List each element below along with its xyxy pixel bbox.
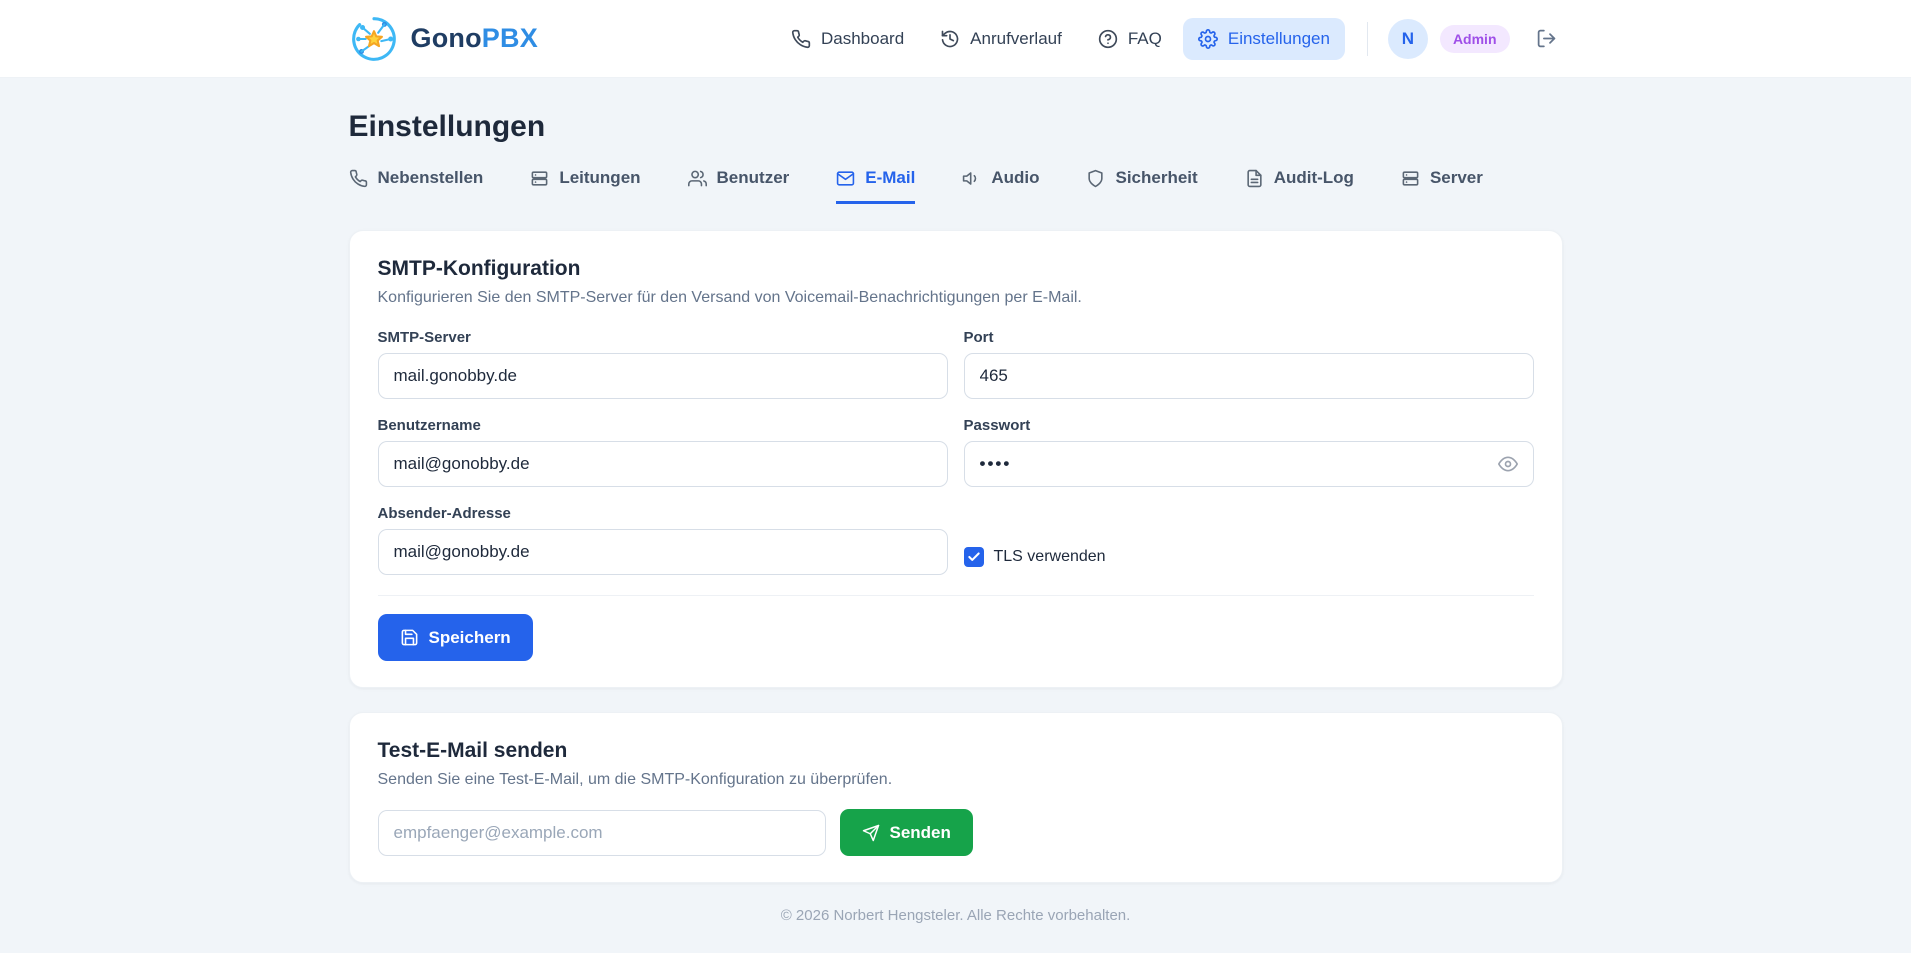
nav-label: FAQ — [1127, 28, 1162, 48]
settings-tabs: Nebenstellen Leitungen Benutzer E-Mail A… — [349, 168, 1563, 204]
tab-audio[interactable]: Audio — [962, 168, 1039, 204]
port-label: Port — [963, 329, 994, 346]
send-icon — [862, 824, 880, 842]
username-label: Benutzername — [377, 417, 481, 434]
speaker-icon — [962, 169, 981, 188]
history-icon — [940, 29, 960, 49]
tab-sicherheit[interactable]: Sicherheit — [1086, 168, 1198, 204]
save-icon — [400, 628, 419, 647]
toggle-password-visibility-button[interactable] — [1496, 452, 1520, 476]
tab-benutzer[interactable]: Benutzer — [687, 168, 790, 204]
field-port: Port — [963, 329, 1534, 399]
tls-checkbox[interactable] — [963, 547, 984, 567]
page-title: Einstellungen — [348, 110, 546, 143]
phone-icon — [791, 29, 811, 49]
main-nav: Dashboard Anrufverlauf FAQ Einstellungen — [776, 17, 1345, 60]
card-title: Test-E-Mail senden — [377, 739, 568, 762]
tab-email[interactable]: E-Mail — [836, 168, 916, 204]
copyright-text: © 2026 Norbert Hengsteler. Alle Rechte v… — [780, 907, 1131, 924]
field-sender-address: Absender-Adresse — [377, 505, 948, 575]
phone-icon — [349, 169, 368, 188]
password-input[interactable] — [963, 441, 1534, 487]
test-email-row: Senden — [377, 809, 1534, 856]
test-email-card: Test-E-Mail senden Senden Sie eine Test-… — [348, 712, 1563, 883]
brand-name: GonoPBX — [410, 23, 538, 53]
tab-label: E-Mail — [865, 168, 916, 187]
server-rows-icon — [1401, 169, 1420, 188]
role-badge: Admin — [1439, 24, 1510, 53]
main-content: Einstellungen Nebenstellen Leitungen Ben… — [348, 78, 1563, 883]
field-password: Passwort — [963, 417, 1534, 487]
tab-label: Benutzer — [716, 168, 790, 187]
tab-nebenstellen[interactable]: Nebenstellen — [349, 168, 484, 204]
network-star-logo-icon — [349, 14, 399, 64]
smtp-server-label: SMTP-Server — [377, 329, 471, 346]
gear-icon — [1197, 28, 1218, 49]
password-label: Passwort — [963, 417, 1031, 434]
save-button[interactable]: Speichern — [377, 614, 533, 661]
app-header: GonoPBX Dashboard Anrufverlauf FAQ Einst… — [0, 0, 1911, 78]
shield-icon — [1086, 169, 1105, 188]
send-button-label: Senden — [889, 822, 951, 842]
field-tls: TLS verwenden — [963, 539, 1534, 575]
nav-label: Einstellungen — [1227, 28, 1330, 48]
help-circle-icon — [1098, 29, 1118, 49]
tab-label: Nebenstellen — [377, 168, 484, 187]
users-icon — [687, 169, 707, 188]
tab-leitungen[interactable]: Leitungen — [530, 168, 641, 204]
tab-label: Leitungen — [559, 168, 641, 187]
avatar[interactable]: N — [1387, 18, 1428, 59]
sender-address-input[interactable] — [377, 529, 948, 575]
tab-audit-log[interactable]: Audit-Log — [1245, 168, 1354, 204]
tab-label: Audit-Log — [1273, 168, 1354, 187]
smtp-server-input[interactable] — [377, 353, 948, 399]
tab-label: Audio — [991, 168, 1040, 187]
page-footer: © 2026 Norbert Hengsteler. Alle Rechte v… — [0, 883, 1911, 953]
field-username: Benutzername — [377, 417, 948, 487]
mail-icon — [836, 169, 855, 188]
nav-item-dashboard[interactable]: Dashboard — [776, 18, 919, 60]
check-icon — [967, 550, 981, 564]
tab-label: Sicherheit — [1115, 168, 1198, 187]
nav-label: Anrufverlauf — [970, 28, 1062, 48]
test-recipient-input[interactable] — [377, 809, 826, 856]
nav-label: Dashboard — [821, 28, 905, 48]
save-button-label: Speichern — [428, 627, 511, 647]
nav-item-anrufverlauf[interactable]: Anrufverlauf — [925, 18, 1077, 60]
brand-logo[interactable]: GonoPBX — [349, 14, 538, 64]
smtp-form: SMTP-Server Port Benutzername Passwort — [377, 329, 1534, 575]
card-subtitle: Senden Sie eine Test-E-Mail, um die SMTP… — [377, 771, 893, 788]
card-subtitle: Konfigurieren Sie den SMTP-Server für de… — [377, 289, 1082, 306]
tls-checkbox-label[interactable]: TLS verwenden — [994, 548, 1106, 566]
smtp-config-card: SMTP-Konfiguration Konfigurieren Sie den… — [348, 230, 1563, 688]
send-test-email-button[interactable]: Senden — [839, 809, 973, 856]
server-rows-icon — [530, 169, 549, 188]
logout-button[interactable] — [1530, 22, 1563, 55]
nav-item-einstellungen[interactable]: Einstellungen — [1182, 17, 1345, 60]
card-title: SMTP-Konfiguration — [377, 257, 581, 280]
username-input[interactable] — [377, 441, 948, 487]
eye-icon — [1497, 454, 1518, 474]
port-input[interactable] — [963, 353, 1534, 399]
nav-item-faq[interactable]: FAQ — [1083, 18, 1177, 60]
sender-address-label: Absender-Adresse — [377, 505, 511, 522]
logout-icon — [1536, 28, 1557, 49]
file-text-icon — [1245, 169, 1264, 188]
header-divider — [1366, 21, 1368, 56]
field-smtp-server: SMTP-Server — [377, 329, 948, 399]
user-cluster: N Admin — [1387, 18, 1563, 59]
card-divider — [377, 595, 1534, 596]
tab-label: Server — [1429, 168, 1483, 187]
tab-server[interactable]: Server — [1401, 168, 1483, 204]
